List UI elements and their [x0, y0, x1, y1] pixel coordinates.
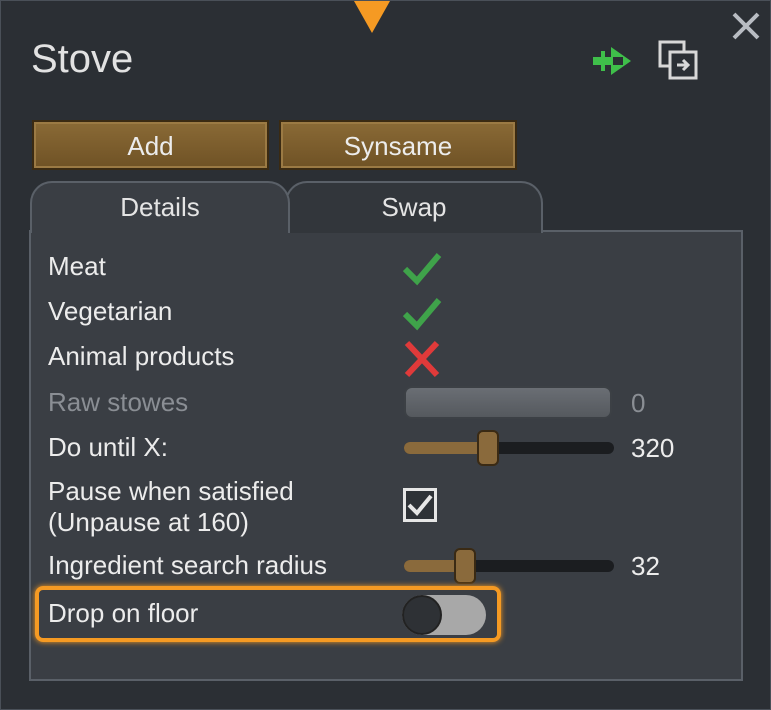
cross-icon[interactable] [401, 339, 443, 379]
window-title: Stove [31, 37, 134, 81]
checkmark-icon [407, 494, 433, 516]
do-until-value: 320 [631, 433, 675, 463]
search-radius-slider-handle[interactable] [453, 548, 476, 584]
pause-label-line1: Pause when satisfied [48, 476, 294, 506]
search-radius-slider[interactable] [404, 548, 614, 584]
tab-swap[interactable]: Swap [285, 181, 543, 233]
tab-details[interactable]: Details [30, 181, 290, 233]
rename-icon[interactable] [591, 43, 635, 79]
meat-label: Meat [48, 251, 106, 281]
do-until-slider-fill [404, 442, 488, 454]
add-button[interactable]: Add [32, 120, 269, 170]
check-icon[interactable] [401, 249, 443, 289]
do-until-slider-handle[interactable] [477, 430, 499, 466]
synsame-button[interactable]: Synsame [279, 120, 517, 170]
search-radius-value: 32 [631, 551, 660, 581]
raw-stowes-value: 0 [631, 388, 646, 418]
drop-on-floor-label: Drop on floor [48, 598, 199, 628]
do-until-label: Do until X: [48, 432, 168, 462]
raw-stowes-slider [404, 386, 612, 419]
search-radius-label: Ingredient search radius [48, 550, 327, 580]
check-icon[interactable] [401, 294, 443, 334]
raw-stowes-label: Raw stowes [48, 387, 189, 417]
pause-checkbox[interactable] [403, 488, 437, 522]
animal-products-label: Animal products [48, 341, 235, 371]
do-until-slider[interactable] [404, 430, 614, 466]
drop-on-floor-toggle[interactable] [402, 595, 486, 635]
pause-label-line2: (Unpause at 160) [48, 507, 249, 537]
bill-window: Stove Add Synsame Details Swap Meat Vege… [0, 0, 771, 710]
vegetarian-label: Vegetarian [48, 296, 173, 326]
toggle-knob [402, 595, 442, 635]
pointer-arrow-icon [354, 1, 390, 33]
close-icon[interactable] [731, 11, 761, 41]
copy-icon[interactable] [657, 39, 699, 81]
